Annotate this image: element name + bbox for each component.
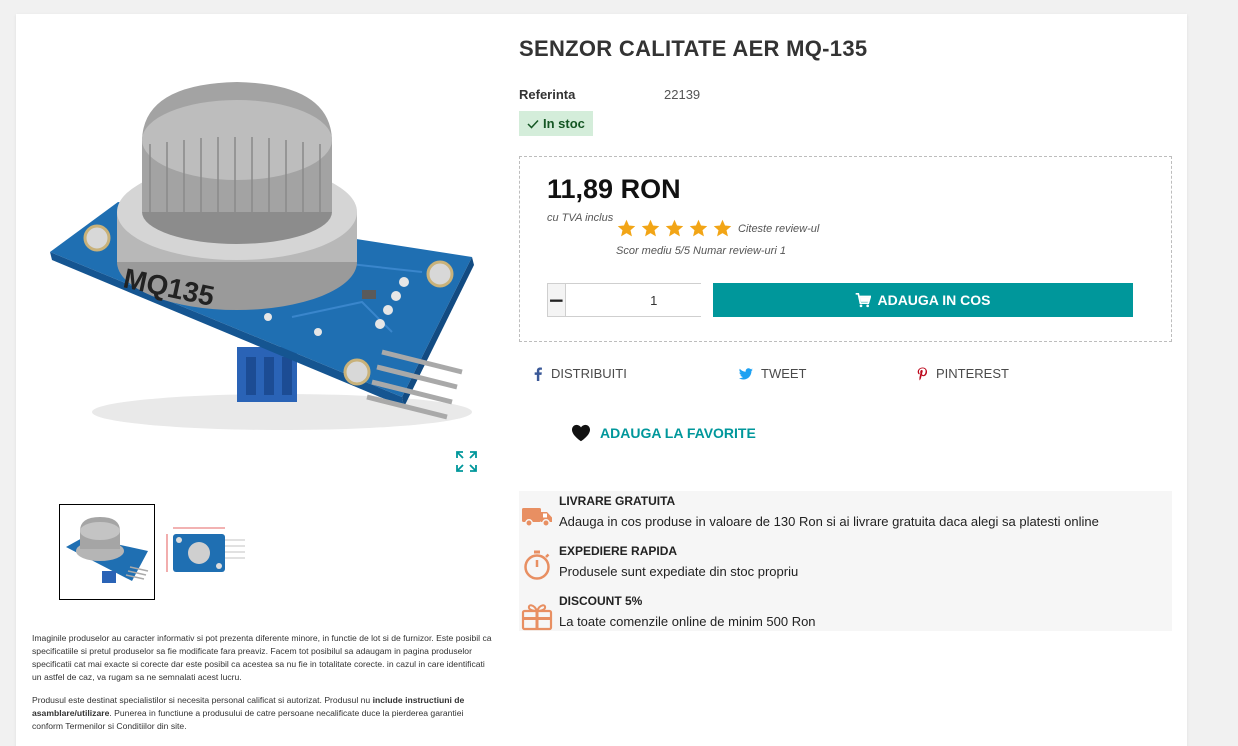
star-icon bbox=[641, 219, 660, 237]
disclaimer-images: Imaginile produselor au caracter informa… bbox=[32, 633, 492, 682]
delivery-truck-icon bbox=[522, 508, 552, 527]
reassurance-item: LIVRARE GRATUITA Adauga in cos produse i… bbox=[519, 491, 1172, 537]
share-facebook-label: Distribuiti bbox=[551, 366, 627, 381]
quantity-stepper: − + bbox=[547, 283, 760, 317]
stock-text: In stoc bbox=[543, 116, 585, 131]
pinterest-icon bbox=[917, 366, 928, 381]
review-score: Scor mediu 5/5 Numar review-uri 1 bbox=[616, 245, 786, 257]
reassurance-item: EXPEDIERE RAPIDA Produsele sunt expediat… bbox=[519, 541, 1172, 587]
star-icon bbox=[689, 219, 708, 237]
read-review-link[interactable]: Citeste review-ul bbox=[738, 223, 819, 235]
cart-icon bbox=[856, 292, 872, 307]
reassurance-text: Produsele sunt expediate din stoc propri… bbox=[559, 564, 799, 579]
thumbnail-sensor-image bbox=[66, 517, 149, 583]
disclaimer-usage: Produsul este destinat specialistilor si… bbox=[32, 694, 492, 733]
product-price: 11,89 RON bbox=[547, 174, 681, 204]
product-thumbnail-2[interactable] bbox=[159, 504, 255, 600]
product-thumbnail-1[interactable] bbox=[59, 504, 155, 600]
reference-label: Referinta bbox=[519, 87, 576, 102]
decrease-quantity-button[interactable]: − bbox=[548, 284, 565, 316]
reassurance-title: EXPEDIERE RAPIDA bbox=[559, 544, 678, 558]
facebook-icon bbox=[534, 366, 542, 381]
reassurance-block: LIVRARE GRATUITA Adauga in cos produse i… bbox=[519, 491, 1172, 631]
add-to-favorites-label: ADAUGA LA FAVORITE bbox=[600, 425, 756, 441]
rating-stars bbox=[616, 218, 733, 239]
star-icon bbox=[617, 219, 636, 237]
share-twitter-label: Tweet bbox=[761, 366, 807, 381]
check-icon bbox=[527, 119, 539, 129]
price-box: 11,89 RON cu TVA inclus Citeste review-u… bbox=[519, 156, 1172, 342]
product-title: SENZOR CALITATE AER MQ-135 bbox=[519, 36, 868, 61]
share-facebook[interactable]: Distribuiti bbox=[533, 366, 627, 381]
share-twitter[interactable]: Tweet bbox=[739, 366, 807, 381]
expand-image-icon[interactable] bbox=[456, 451, 477, 472]
reassurance-item: DISCOUNT 5% La toate comenzile online de… bbox=[519, 591, 1172, 637]
share-pinterest[interactable]: Pinterest bbox=[917, 366, 1009, 381]
reassurance-text: Adauga in cos produse in valoare de 130 … bbox=[559, 514, 1099, 529]
add-to-favorites-button[interactable]: ADAUGA LA FAVORITE bbox=[571, 424, 756, 442]
star-icon bbox=[665, 219, 684, 237]
twitter-icon bbox=[739, 367, 753, 379]
reassurance-text: La toate comenzile online de minim 500 R… bbox=[559, 614, 816, 629]
star-icon bbox=[713, 219, 732, 237]
add-to-cart-label: ADAUGA IN COS bbox=[877, 292, 991, 308]
reassurance-title: DISCOUNT 5% bbox=[559, 594, 643, 608]
thumbnail-schematic-image bbox=[166, 527, 245, 572]
product-main-image[interactable]: MQ135 bbox=[32, 62, 489, 444]
stopwatch-icon bbox=[524, 550, 550, 580]
add-to-cart-button[interactable]: ADAUGA IN COS bbox=[713, 283, 1133, 317]
disclaimer-usage-text-1: Produsul este destinat specialistilor si… bbox=[32, 695, 373, 705]
stock-badge: In stoc bbox=[519, 111, 593, 136]
gift-icon bbox=[521, 604, 553, 631]
reference-value: 22139 bbox=[664, 87, 701, 102]
tax-note: cu TVA inclus bbox=[547, 212, 614, 224]
reassurance-title: LIVRARE GRATUITA bbox=[559, 494, 676, 508]
share-pinterest-label: Pinterest bbox=[936, 366, 1009, 381]
heart-icon bbox=[572, 424, 590, 442]
